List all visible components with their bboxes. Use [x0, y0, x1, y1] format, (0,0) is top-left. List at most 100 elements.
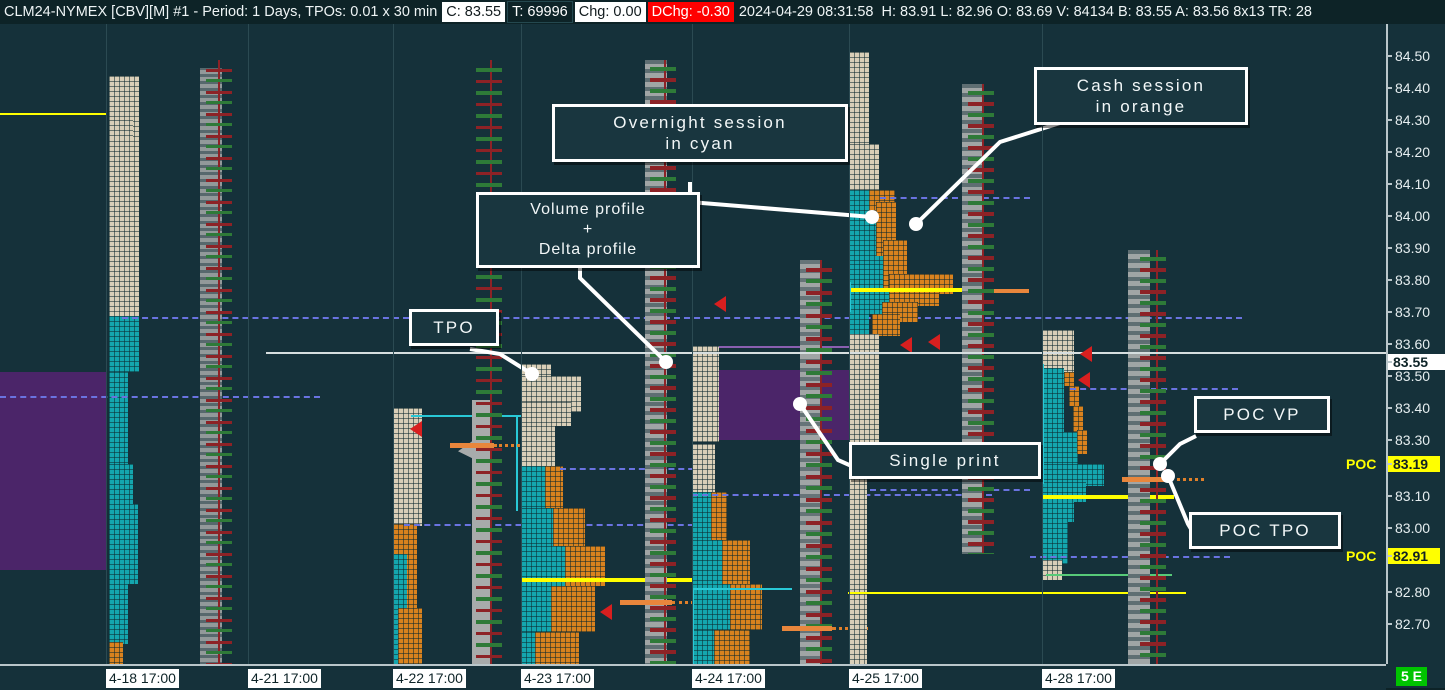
poc-vp-line	[450, 443, 494, 448]
price-tick-83-90: 83.90	[1388, 240, 1445, 256]
price-tick-83-00: 83.00	[1388, 520, 1445, 536]
poc-axis-label: POC	[1346, 548, 1377, 564]
price-tick-84-10: 84.10	[1388, 176, 1445, 192]
status-day-change: DChg: -0.30	[647, 2, 734, 22]
poc-vp-line	[782, 626, 832, 631]
callout-volume-delta-profile: Volume profile + Delta profile	[476, 192, 700, 268]
tpo-block	[1042, 560, 1062, 580]
value-area-line	[692, 494, 992, 496]
tpo-block-cash	[535, 632, 579, 664]
tpo-block	[398, 608, 422, 664]
tpo-block-cash	[551, 586, 595, 632]
tpo-block-cash	[711, 492, 727, 540]
tpo-block-cash	[1077, 430, 1087, 454]
open-marker	[714, 296, 726, 312]
value-area-line	[0, 396, 320, 398]
session-separator	[521, 24, 522, 664]
poc-vp-extension	[1170, 478, 1204, 481]
tpo-block	[109, 76, 139, 316]
tpo-block	[521, 426, 555, 466]
last-price-line	[266, 352, 1386, 354]
time-tick: 4-25 17:00	[849, 669, 922, 688]
poc-tpo-line	[849, 288, 971, 292]
session-separator	[393, 24, 394, 664]
status-close: C: 83.55	[442, 2, 506, 22]
price-tick-82-70: 82.70	[1388, 616, 1445, 632]
delta-bars	[968, 84, 994, 554]
status-change: Chg: 0.00	[574, 2, 646, 22]
tpo-block	[521, 402, 571, 426]
axis-corner: 5 E	[1386, 664, 1445, 688]
poc-tpo-line	[521, 578, 709, 582]
tpo-block	[692, 346, 719, 442]
time-tick: 4-23 17:00	[521, 669, 594, 688]
time-axis[interactable]: 4-18 17:00 4-21 17:00 4-22 17:00 4-23 17:00…	[0, 664, 1386, 690]
price-tick-83-60: 83.60	[1388, 336, 1445, 352]
session-separator	[106, 24, 107, 664]
price-tick-83-70: 83.70	[1388, 304, 1445, 320]
poc-vp-line	[620, 600, 672, 605]
tpo-block-cash	[1073, 406, 1083, 432]
tpo-block-cash	[872, 314, 900, 336]
price-tick-84-30: 84.30	[1388, 112, 1445, 128]
price-axis[interactable]: 84.50 84.40 84.30 84.20 84.10 84.00 83.90 83.80…	[1346, 24, 1445, 664]
callout-cash-session: Cash session in orange	[1034, 67, 1248, 125]
time-tick: 4-28 17:00	[1042, 669, 1115, 688]
time-tick: 4-21 17:00	[248, 669, 321, 688]
price-tick-84-20: 84.20	[1388, 144, 1445, 160]
poc-axis-label: POC	[1346, 456, 1377, 472]
price-tick-83-80: 83.80	[1388, 272, 1445, 288]
tpo-block	[1042, 330, 1074, 372]
price-tick-84-40: 84.40	[1388, 80, 1445, 96]
callout-single-print: Single print	[849, 442, 1041, 479]
status-ohlcv: H: 83.91 L: 82.96 O: 83.69 V: 84134 B: 8…	[881, 4, 1312, 20]
session-high-line	[411, 415, 521, 417]
single-print-edge	[700, 346, 856, 348]
open-marker	[1078, 372, 1090, 388]
tpo-block-cash	[553, 508, 585, 546]
trading-chart-window: CLM24-NYMEX [CBV][M] #1 - Period: 1 Days…	[0, 0, 1445, 690]
price-tick-83-30: 83.30	[1388, 432, 1445, 448]
price-tick-83-50: 83.50	[1388, 368, 1445, 384]
tpo-block	[109, 372, 128, 464]
status-title: CLM24-NYMEX [CBV][M] #1 - Period: 1 Days…	[4, 4, 438, 20]
price-tick-82-91: 82.91	[1388, 548, 1440, 564]
session-low-line	[692, 588, 792, 590]
poc-tpo-line	[0, 113, 106, 115]
open-marker	[900, 337, 912, 353]
value-area-line	[880, 197, 1030, 199]
value-area-line	[870, 489, 1030, 491]
delta-bars	[1140, 250, 1166, 664]
open-marker	[1080, 346, 1092, 362]
price-tick-84-50: 84.50	[1388, 48, 1445, 64]
connection-badge[interactable]: 5 E	[1396, 667, 1428, 686]
status-timestamp: 2024-04-29 08:31:58	[738, 4, 874, 20]
tpo-block	[109, 120, 133, 140]
tpo-block	[109, 642, 123, 664]
open-marker	[410, 421, 422, 437]
tpo-block	[109, 584, 128, 644]
tpo-block	[109, 316, 139, 372]
callout-poc-vp: POC VP	[1194, 396, 1330, 433]
tpo-block-cash	[730, 584, 762, 630]
tpo-block-cash	[545, 466, 563, 508]
tpo-block	[849, 314, 869, 334]
value-area-line	[560, 468, 704, 470]
tpo-block-cash	[714, 630, 750, 664]
single-print-zone	[0, 372, 106, 570]
leader-overnight	[688, 182, 873, 219]
session-separator	[248, 24, 249, 664]
tpo-block	[1042, 368, 1064, 438]
tpo-block	[109, 464, 133, 504]
price-tick-83-40: 83.40	[1388, 400, 1445, 416]
delta-bars	[206, 60, 232, 664]
tpo-block	[692, 444, 715, 492]
time-tick: 4-18 17:00	[106, 669, 179, 688]
time-tick: 4-24 17:00	[692, 669, 765, 688]
status-trades: T: 69996	[507, 1, 573, 23]
status-bar: CLM24-NYMEX [CBV][M] #1 - Period: 1 Days…	[0, 0, 1445, 24]
time-tick: 4-22 17:00	[393, 669, 466, 688]
session-separator	[849, 24, 850, 664]
delta-bars	[806, 260, 832, 664]
callout-overnight-session: Overnight session in cyan	[552, 104, 848, 162]
